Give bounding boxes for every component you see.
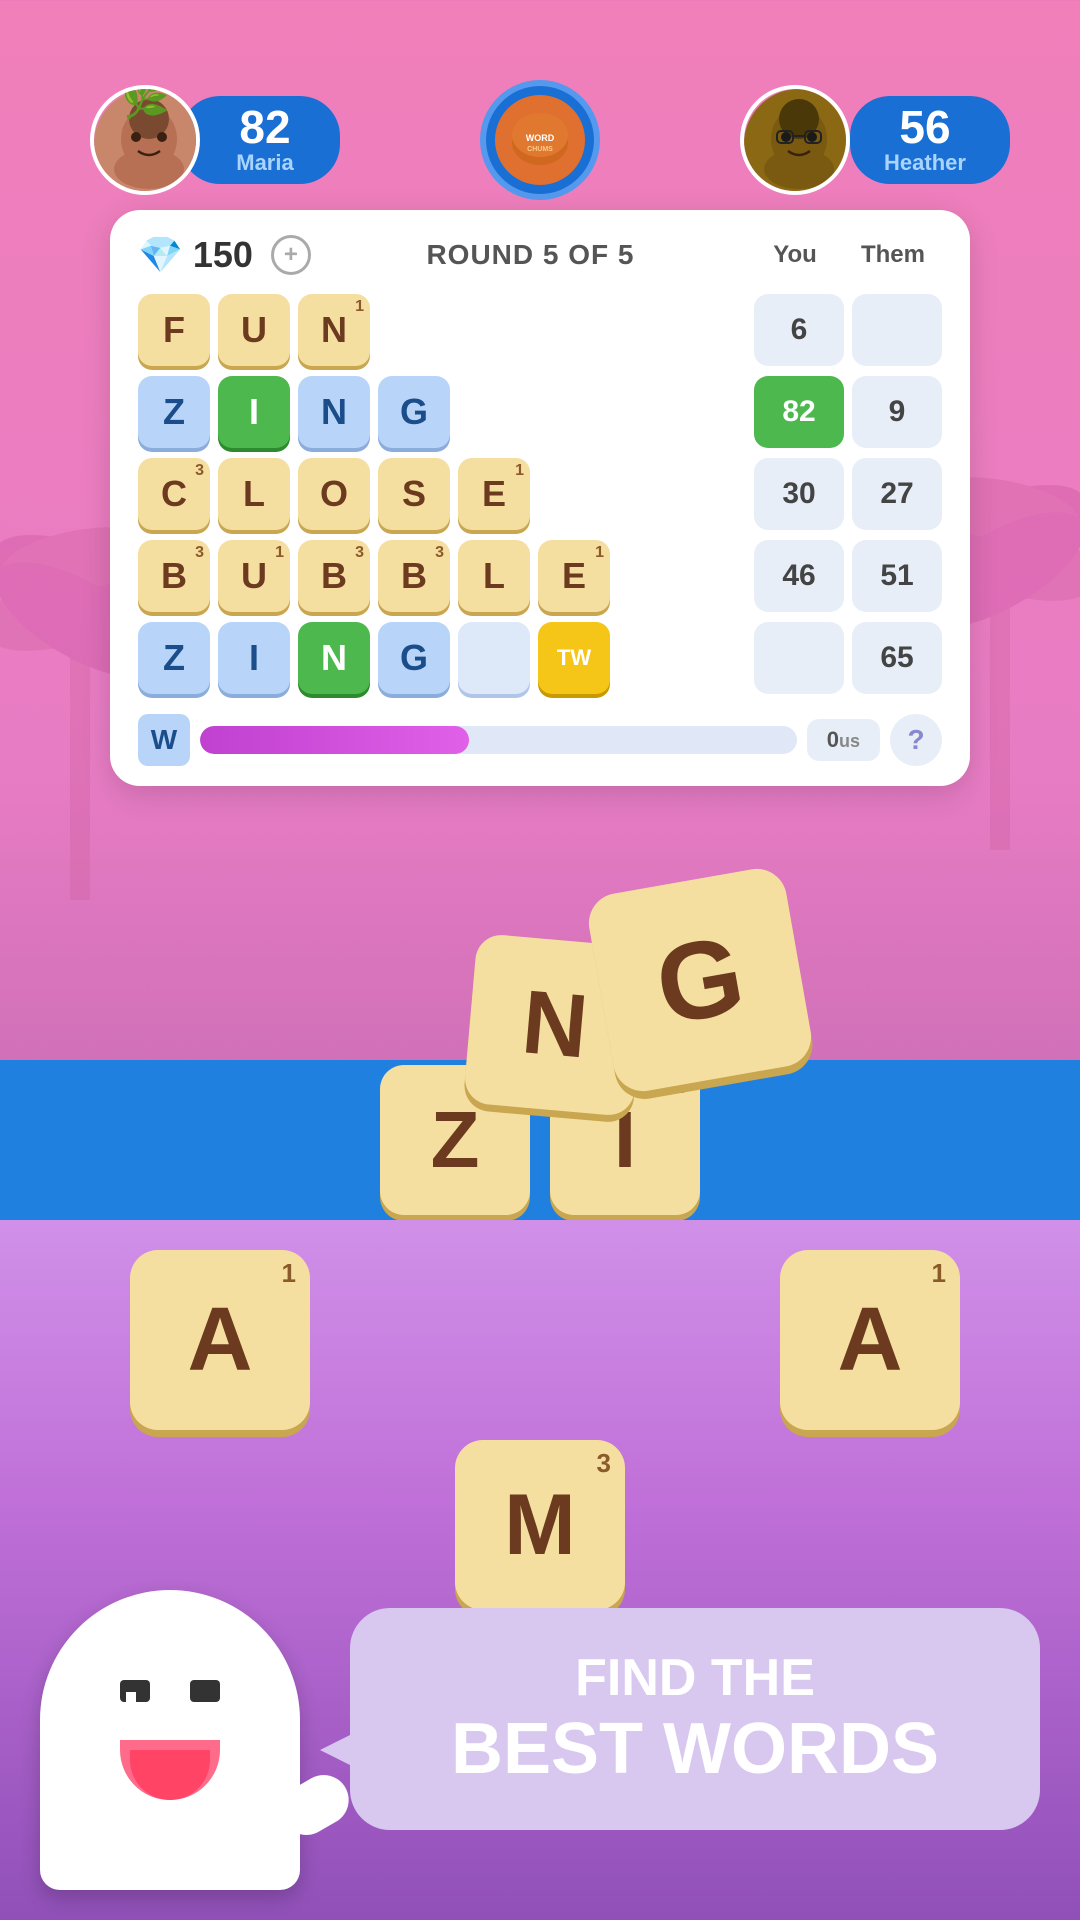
tile-l[interactable]: L [218, 458, 290, 530]
tile-empty1 [458, 622, 530, 694]
table-row: Z I N G 82 9 [138, 376, 942, 448]
tile-g-blue[interactable]: G [378, 376, 450, 448]
speech-line1: FIND THE [410, 1648, 980, 1708]
tile-e[interactable]: E1 [458, 458, 530, 530]
tile-u2[interactable]: U1 [218, 540, 290, 612]
tile-b3[interactable]: B3 [378, 540, 450, 612]
svg-text:CHUMS: CHUMS [527, 146, 553, 153]
speech-line2: BEST WORDS [410, 1708, 980, 1790]
add-gems-button[interactable]: + [271, 235, 311, 275]
you-score-zing: 82 [754, 376, 844, 448]
score-pill-heather: 56 Heather [850, 96, 1010, 184]
col-them: Them [848, 241, 938, 269]
maria-score: 82 [239, 104, 290, 150]
tile-s[interactable]: S [378, 458, 450, 530]
tile-n-blue[interactable]: N [298, 376, 370, 448]
them-score-bubble: 51 [852, 540, 942, 612]
tile-b2[interactable]: B3 [298, 540, 370, 612]
svg-text:WORD: WORD [526, 133, 555, 143]
question-button[interactable]: ? [890, 714, 942, 766]
tile-u[interactable]: U [218, 294, 290, 366]
available-tile-a-left[interactable]: A1 [130, 1250, 310, 1430]
progress-bar [200, 726, 469, 754]
score-cells-fun: 6 [754, 294, 942, 366]
player-left: 🌿 82 Maria [90, 85, 340, 195]
tile-c[interactable]: C3 [138, 458, 210, 530]
you-score-close: 30 [754, 458, 844, 530]
crown-icon: 🌿 [120, 85, 170, 121]
game-board: 💎 150 + ROUND 5 OF 5 You Them F U N1 6 [110, 210, 970, 786]
token-image: WORD CHUMS [495, 95, 585, 185]
maria-name: Maria [236, 150, 293, 176]
tiles-zing2: Z I N G TW [138, 622, 746, 694]
avatar-heather [740, 85, 850, 195]
progress-bar-container [200, 726, 797, 754]
tiles-zing: Z I N G [138, 376, 746, 448]
col-you: You [750, 241, 840, 269]
tile-e2[interactable]: E1 [538, 540, 610, 612]
tile-i2[interactable]: I [218, 622, 290, 694]
tile-z[interactable]: Z [138, 376, 210, 448]
gem-score: 💎 150 + [138, 234, 311, 276]
table-row: F U N1 6 [138, 294, 942, 366]
center-token[interactable]: WORD CHUMS [480, 80, 600, 200]
col-headers: You Them [750, 241, 942, 269]
heather-score: 56 [899, 104, 950, 150]
avatar-maria: 🌿 [90, 85, 200, 195]
tile-tw: TW [538, 622, 610, 694]
tile-b1[interactable]: B3 [138, 540, 210, 612]
tile-i-green[interactable]: I [218, 376, 290, 448]
tile-o[interactable]: O [298, 458, 370, 530]
player-bar: 🌿 82 Maria WORD CHUMS [90, 80, 990, 200]
tile-l2[interactable]: L [458, 540, 530, 612]
ghost-eye-right [190, 1680, 220, 1702]
tile-f[interactable]: F [138, 294, 210, 366]
tile-g2[interactable]: G [378, 622, 450, 694]
gem-count: 150 [193, 234, 253, 276]
table-row: C3 L O S E1 30 27 [138, 458, 942, 530]
score-cells-bubble: 46 51 [754, 540, 942, 612]
tiles-close: C3 L O S E1 [138, 458, 746, 530]
score-cells-close: 30 27 [754, 458, 942, 530]
you-score-zing2 [754, 622, 844, 694]
ghost-area: FIND THE BEST WORDS [0, 1530, 1080, 1920]
w-tile: W [138, 714, 190, 766]
falling-tile-g: G [584, 864, 816, 1096]
tile-n[interactable]: N1 [298, 294, 370, 366]
tile-z2[interactable]: Z [138, 622, 210, 694]
score-cells-zing2: 65 [754, 622, 942, 694]
progress-row: W 0us ? [138, 714, 942, 766]
them-score-fun [852, 294, 942, 366]
them-score-zing2: 65 [852, 622, 942, 694]
score-pill-maria: 82 Maria [180, 96, 340, 184]
player-right: 56 Heather [740, 85, 990, 195]
table-row: Z I N G TW 65 [138, 622, 942, 694]
heather-name: Heather [884, 150, 966, 176]
round-label: ROUND 5 OF 5 [311, 239, 750, 271]
tiles-fun: F U N1 [138, 294, 746, 366]
bonus-display: 0us [807, 719, 880, 761]
board-header: 💎 150 + ROUND 5 OF 5 You Them [138, 234, 942, 276]
word-rows: F U N1 6 Z I N G 82 9 C [138, 294, 942, 766]
ghost-mascot [40, 1530, 320, 1890]
table-row: B3 U1 B3 B3 L E1 46 51 [138, 540, 942, 612]
score-cells-zing: 82 9 [754, 376, 942, 448]
tile-n2[interactable]: N [298, 622, 370, 694]
you-score-fun: 6 [754, 294, 844, 366]
available-tile-a-right[interactable]: A1 [780, 1250, 960, 1430]
them-score-zing: 9 [852, 376, 942, 448]
speech-bubble: FIND THE BEST WORDS [350, 1608, 1040, 1830]
tiles-bubble: B3 U1 B3 B3 L E1 [138, 540, 746, 612]
ghost-mouth [120, 1740, 220, 1800]
ghost-body [40, 1590, 300, 1890]
gem-icon: 💎 [138, 234, 183, 276]
you-score-bubble: 46 [754, 540, 844, 612]
ghost-mouth-inner [130, 1750, 210, 1800]
them-score-close: 27 [852, 458, 942, 530]
